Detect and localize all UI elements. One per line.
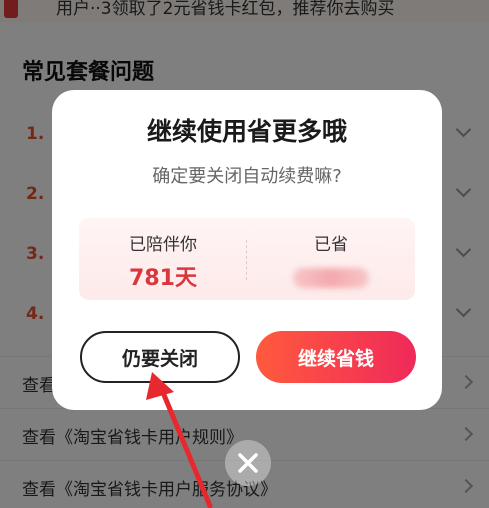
dialog-title: 继续使用省更多哦: [146, 117, 347, 146]
close-dialog-button[interactable]: [225, 440, 271, 486]
dialog-subtitle: 确定要关闭自动续费嘛?: [152, 166, 342, 187]
saved-stat: 已省: [247, 218, 415, 300]
companion-label: 已陪伴你: [129, 235, 197, 255]
close-icon: [238, 453, 258, 473]
companion-days: 781天: [129, 266, 197, 291]
stats-panel: 已陪伴你 781天 已省: [79, 218, 415, 300]
still-close-button[interactable]: 仍要关闭: [80, 331, 240, 383]
keep-saving-button[interactable]: 继续省钱: [256, 331, 416, 383]
companion-stat: 已陪伴你 781天: [79, 218, 247, 300]
page: 用户··3领取了2元省钱卡红包，推荐你去购买 常见套餐问题 1. 续 2. 连 …: [0, 0, 489, 508]
saved-amount-blurred: [293, 268, 369, 288]
cancel-renewal-dialog: 继续使用省更多哦 确定要关闭自动续费嘛? 已陪伴你 781天 已省 仍要关闭 继…: [52, 90, 442, 410]
saved-label: 已省: [314, 235, 348, 255]
